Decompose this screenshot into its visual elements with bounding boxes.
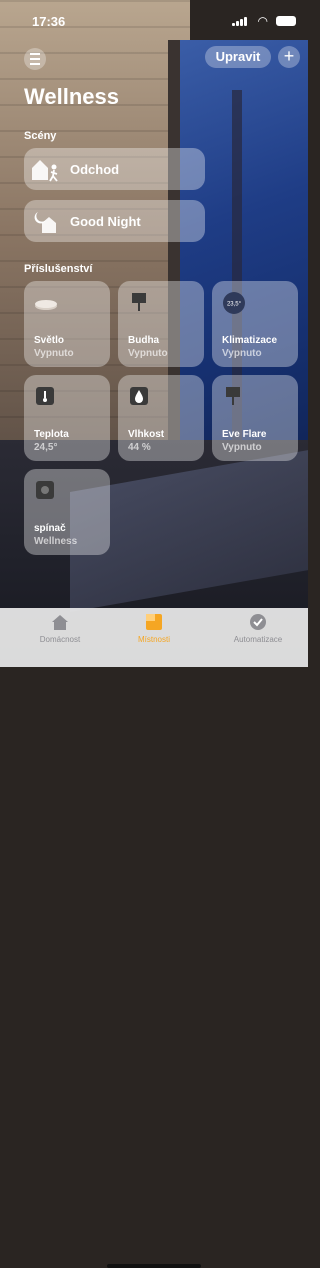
status-bar: 17:36 ◠ [0,0,308,40]
tab-label: Místnosti [137,635,170,644]
battery-icon [276,16,296,26]
status-time: 17:36 [32,14,66,29]
home-list-button[interactable] [24,48,46,70]
tab-bar: Domácnost Místnosti Automatizace [0,608,308,1268]
accessory-tile-klimatizace[interactable]: 23,5° Klimatizace Vypnuto [212,281,298,367]
rooms-icon [144,612,164,632]
accessory-name: Eve Flare [222,429,267,440]
accessory-name: Vlhkost [128,429,165,440]
signal-icon [232,17,248,26]
lamp-icon [222,385,244,407]
lamp-icon [128,291,150,313]
tab-mistnosti[interactable]: Místnosti [104,612,204,644]
home-indicator [107,1264,201,1268]
list-icon [30,53,40,65]
accessory-tile-teplota[interactable]: Teplota 24,5° [24,375,110,461]
scene-label: Good Night [70,213,141,229]
light-icon [34,291,57,313]
house-person-icon [30,154,64,184]
tab-label: Automatizace [233,635,283,644]
wifi-icon: ◠ [257,14,268,28]
tab-domacnost[interactable]: Domácnost [10,612,110,644]
accessory-name: Budha [128,335,160,346]
switch-icon [34,479,56,501]
accessories-section-label: Příslušenství [24,263,93,275]
accessory-name: Klimatizace [222,335,278,346]
accessory-tile-spinac[interactable]: spínač Wellness [24,469,110,555]
accessory-status: Vypnuto [128,348,168,359]
add-button[interactable]: + [278,46,300,68]
scenes-section-label: Scény [24,130,57,142]
accessory-tile-budha[interactable]: Budha Vypnuto [118,281,204,367]
house-icon [50,612,70,632]
thermostat-icon: 23,5° [222,291,245,314]
thermostat-value: 23,5° [227,302,242,308]
temperature-sensor-icon [34,385,56,407]
scene-good-night[interactable]: Good Night [24,200,205,242]
scene-odchod[interactable]: Odchod [24,148,205,190]
room-title: Wellness [24,84,119,109]
accessory-status: Wellness [34,536,78,547]
house-moon-icon [30,206,64,236]
edit-button[interactable]: Upravit [205,46,271,68]
accessory-status: 44 % [128,442,151,453]
automation-icon [248,612,268,632]
accessory-name: Teplota [34,429,69,440]
scene-label: Odchod [70,161,120,177]
tab-label: Domácnost [39,635,81,644]
accessory-status: Vypnuto [222,348,262,359]
accessory-name: Světlo [34,335,65,346]
accessory-status: Vypnuto [222,442,262,453]
accessory-status: Vypnuto [34,348,74,359]
humidity-sensor-icon [128,385,150,407]
accessory-tile-vlhkost[interactable]: Vlhkost 44 % [118,375,204,461]
accessory-tile-svetlo[interactable]: Světlo Vypnuto [24,281,110,367]
accessory-name: spínač [34,523,66,534]
tab-automatizace[interactable]: Automatizace [208,612,308,644]
accessory-status: 24,5° [34,442,58,453]
accessory-tile-eve-flare[interactable]: Eve Flare Vypnuto [212,375,298,461]
